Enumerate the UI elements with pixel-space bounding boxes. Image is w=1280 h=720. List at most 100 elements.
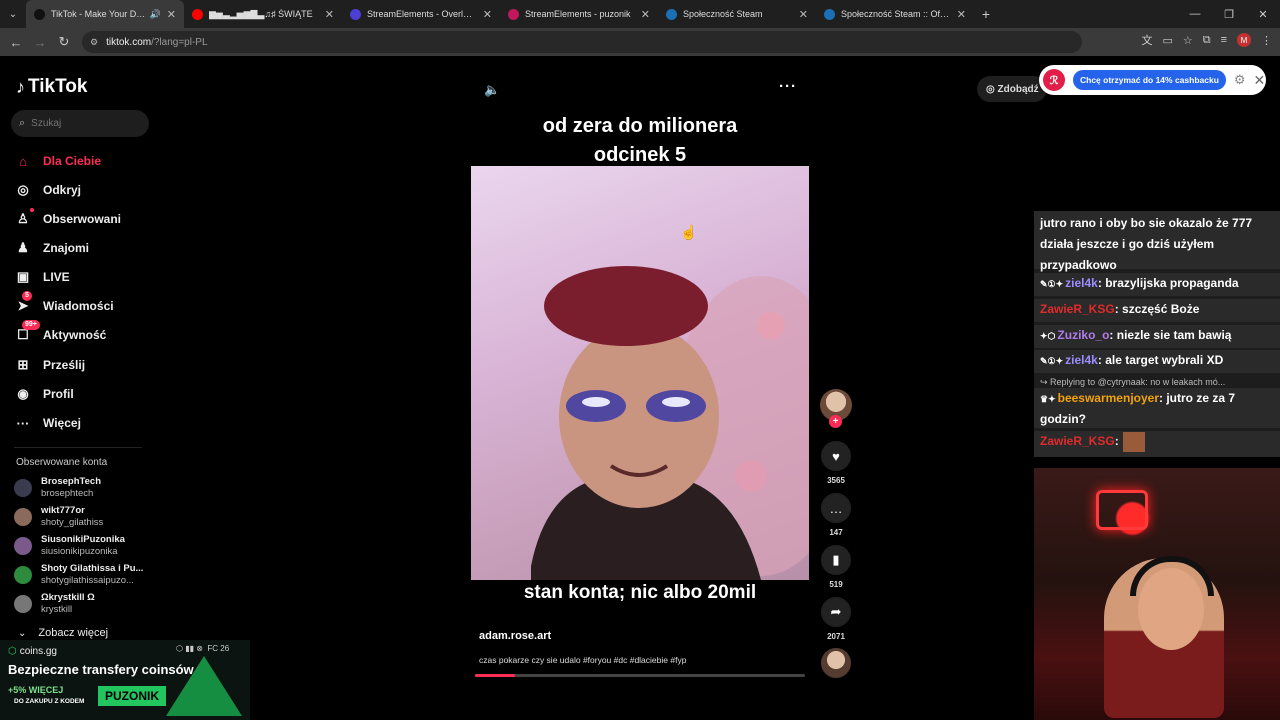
url-bar[interactable]: ⚙ tiktok.com /?lang=pl-PL — [82, 31, 1082, 53]
tab-close-icon[interactable]: ✕ — [957, 8, 966, 21]
ad-brand-text: coins.gg — [19, 646, 57, 657]
sidebar-item-live[interactable]: ▣ LIVE — [14, 266, 70, 288]
browser-tab[interactable]: TikTok - Make Your Day 🔊 ✕ — [26, 0, 184, 28]
tiktok-logo[interactable]: ♪ TikTok — [16, 76, 87, 98]
avatar — [14, 508, 32, 526]
tab-close-icon[interactable]: ✕ — [799, 8, 808, 21]
video-title-line1: od zera do milionera — [542, 115, 738, 137]
see-more-button[interactable]: ⌄ Zobacz więcej — [18, 627, 108, 639]
sidebar-item-odkryj[interactable]: ◎ Odkryj — [14, 179, 81, 201]
chat-username[interactable]: ziel4k — [1065, 276, 1098, 290]
browser-tab[interactable]: StreamElements - puzonik ✕ — [500, 0, 658, 28]
sidebar-item-znajomi[interactable]: ♟ Znajomi — [14, 237, 89, 259]
like-action[interactable]: ♥ 3565 — [821, 441, 851, 485]
browser-tab[interactable]: Społeczność Steam ✕ — [658, 0, 816, 28]
like-count: 3565 — [827, 476, 845, 485]
site-info-icon[interactable]: ⚙ — [90, 37, 98, 48]
browser-menu-icon[interactable]: ⋮ — [1261, 34, 1272, 47]
sidebar-item-więcej[interactable]: ··· Więcej — [14, 412, 81, 434]
account-username: krystkill — [41, 604, 73, 615]
profile-icon: ◉ — [17, 386, 29, 401]
comment-icon[interactable]: … — [821, 493, 851, 523]
forward-icon[interactable]: → — [28, 35, 52, 50]
heart-icon[interactable]: ♥ — [821, 441, 851, 471]
tab-close-icon[interactable]: ✕ — [641, 8, 650, 21]
tab-close-icon[interactable]: ✕ — [325, 8, 334, 21]
profile-avatar[interactable]: M — [1237, 33, 1251, 47]
chat-username[interactable]: beeswarmenjoyer — [1058, 391, 1159, 405]
chat-message: ✦⬡ Zuziko_o: niezle sie tam bawią — [1034, 325, 1280, 348]
follow-plus-icon[interactable]: + — [829, 415, 842, 428]
get-coins-button[interactable]: ◎ Zdobądź — [977, 76, 1047, 102]
reply-arrow-icon: ↪ — [1040, 377, 1051, 387]
close-window-icon[interactable]: ✕ — [1246, 0, 1280, 28]
sidebar-item-wiadomości[interactable]: ➤ 5 Wiadomości — [14, 291, 114, 317]
activity-icon: ☐ 99+ — [14, 320, 40, 343]
sidebar-item-obserwowani[interactable]: ♙ Obserwowani — [14, 208, 121, 230]
chat-username[interactable]: ZawieR_KSG — [1040, 302, 1115, 316]
browser-tab[interactable]: StreamElements - Overlays ✕ — [342, 0, 500, 28]
more-options-icon[interactable]: ··· — [779, 78, 797, 95]
music-disc-avatar[interactable] — [821, 648, 851, 678]
bookmark-star-icon[interactable]: ☆ — [1183, 34, 1193, 47]
followed-account[interactable]: Ωkrystkill Ω krystkill — [14, 591, 95, 617]
get-coins-label: Zdobądź — [997, 83, 1039, 95]
search-input[interactable] — [31, 118, 132, 129]
account-name: wikt777or — [41, 505, 85, 516]
back-icon[interactable]: ← — [4, 35, 28, 50]
browser-tab[interactable]: ▆▅▃▂▅▆▇▃♫♯ ŚWIĄTE ✕ — [184, 0, 342, 28]
followed-account[interactable]: wikt777or shoty_gilathiss — [14, 504, 103, 530]
coins-ad-banner[interactable]: ⬡ coins.gg ⬡ ▮▮ ⊗ FC 26 Bezpieczne transf… — [0, 640, 250, 720]
cashback-cta-button[interactable]: Chcę otrzymać do 14% cashbacku — [1073, 70, 1226, 90]
followed-account[interactable]: BrosephTech brosephtech — [14, 475, 101, 501]
tab-close-icon[interactable]: ✕ — [167, 8, 176, 21]
comment-action[interactable]: … 147 — [821, 493, 851, 537]
chat-username[interactable]: Zuziko_o — [1057, 328, 1109, 342]
cast-icon[interactable]: ▭ — [1162, 34, 1172, 47]
share-icon[interactable]: ➦ — [821, 597, 851, 627]
video-progress-bar[interactable] — [475, 674, 805, 677]
extensions-icon[interactable]: ⧉ — [1203, 34, 1211, 47]
search-box[interactable]: ⌕ — [11, 110, 149, 137]
following-icon: ♙ — [14, 208, 34, 227]
browser-tab[interactable]: Społeczność Steam :: Oferty wy ✕ — [816, 0, 974, 28]
minimize-icon[interactable]: — — [1178, 0, 1212, 28]
save-action[interactable]: ▮ 519 — [821, 545, 851, 589]
reload-icon[interactable]: ↻ — [52, 34, 76, 50]
followed-account[interactable]: SiusonikiPuzonika siusionikipuzonika — [14, 533, 125, 559]
share-action[interactable]: ➦ 2071 — [821, 597, 851, 641]
chat-message: ZawieR_KSG: — [1034, 431, 1280, 457]
video-player[interactable] — [471, 166, 809, 580]
chat-username[interactable]: ZawieR_KSG — [1040, 434, 1115, 448]
restore-icon[interactable]: ❐ — [1212, 0, 1246, 28]
tiktok-note-icon: ♪ — [16, 76, 25, 97]
tab-close-icon[interactable]: ✕ — [483, 8, 492, 21]
video-description: czas pokarze czy sie udalo #foryou #dc #… — [479, 655, 687, 665]
bookmark-icon[interactable]: ▮ — [821, 545, 851, 575]
avatar — [14, 595, 32, 613]
chat-message: ♛✦ beeswarmenjoyer: jutro ze za 7 godzin? — [1034, 388, 1280, 428]
new-tab-button[interactable]: + — [974, 6, 998, 22]
reading-list-icon[interactable]: ≡ — [1221, 34, 1227, 46]
ad-code-button[interactable]: PUZONIK — [98, 686, 166, 706]
sidebar-item-dla-ciebie[interactable]: ⌂ Dla Ciebie — [14, 150, 101, 172]
close-icon[interactable]: ✕ — [1254, 72, 1266, 89]
translate-icon[interactable]: 文 — [1141, 32, 1152, 48]
followed-account[interactable]: Shoty Gilathissa i Pu... shotygilathissa… — [14, 562, 143, 588]
sidebar-item-label: Profil — [43, 387, 74, 401]
video-author[interactable]: adam.rose.art — [479, 630, 551, 642]
sidebar-item-aktywność[interactable]: ☐ 99+ Aktywność — [14, 320, 106, 346]
tab-search-icon[interactable]: ⌄ — [0, 0, 26, 28]
chat-username[interactable]: ziel4k — [1065, 353, 1098, 367]
sidebar-item-label: Wiadomości — [43, 299, 114, 313]
chat-text: : niezle sie tam bawią — [1109, 328, 1232, 342]
tab-audio-icon[interactable]: 🔊 — [150, 9, 161, 20]
upload-icon: ⊞ — [17, 357, 29, 372]
sidebar-item-prześlij[interactable]: ⊞ Prześlij — [14, 354, 85, 376]
chevron-down-icon: ⌄ — [18, 627, 27, 639]
volume-icon[interactable]: 🔈 — [484, 82, 500, 98]
sidebar-item-profil[interactable]: ◉ Profil — [14, 383, 74, 405]
ad-headline: Bezpieczne transfery coinsów — [8, 662, 194, 677]
notification-badge: 5 — [22, 291, 32, 301]
gear-icon[interactable]: ⚙ — [1234, 72, 1246, 88]
